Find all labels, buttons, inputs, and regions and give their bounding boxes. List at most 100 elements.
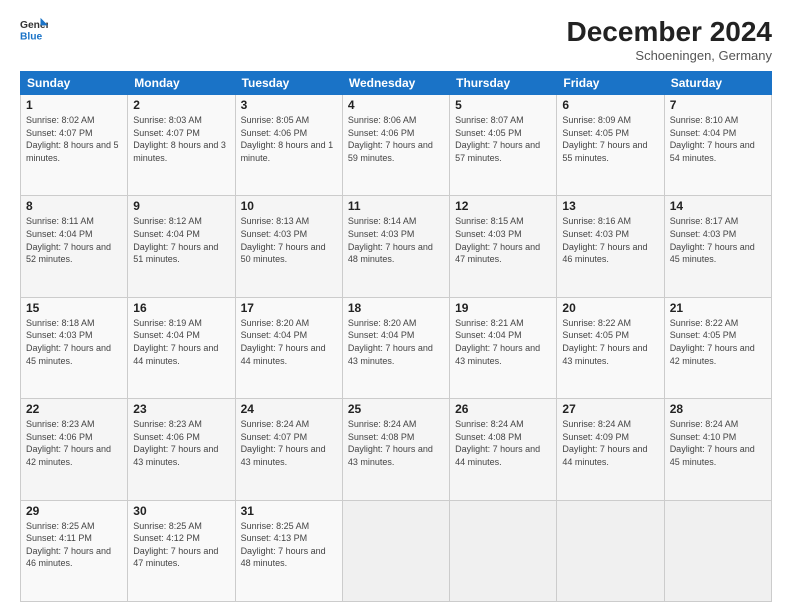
calendar-cell: 23Sunrise: 8:23 AMSunset: 4:06 PMDayligh… [128,399,235,500]
calendar-week-row: 15Sunrise: 8:18 AMSunset: 4:03 PMDayligh… [21,297,772,398]
day-number: 23 [133,402,229,416]
day-info: Sunrise: 8:17 AMSunset: 4:03 PMDaylight:… [670,215,766,265]
day-info: Sunrise: 8:24 AMSunset: 4:09 PMDaylight:… [562,418,658,468]
day-info: Sunrise: 8:15 AMSunset: 4:03 PMDaylight:… [455,215,551,265]
day-number: 21 [670,301,766,315]
calendar-cell: 1 Sunrise: 8:02 AMSunset: 4:07 PMDaylight… [21,95,128,196]
calendar-cell: 4 Sunrise: 8:06 AMSunset: 4:06 PMDaylight… [342,95,449,196]
logo: General Blue [20,16,48,44]
day-info: Sunrise: 8:06 AMSunset: 4:06 PMDaylight:… [348,114,444,164]
day-info: Sunrise: 8:20 AMSunset: 4:04 PMDaylight:… [348,317,444,367]
day-number: 25 [348,402,444,416]
calendar-cell [664,500,771,601]
day-info: Sunrise: 8:12 AMSunset: 4:04 PMDaylight:… [133,215,229,265]
calendar-cell: 20 Sunrise: 8:22 AMSunset: 4:05 PMDayligh… [557,297,664,398]
day-number: 7 [670,98,766,112]
location: Schoeningen, Germany [567,48,772,63]
calendar-cell: 10 Sunrise: 8:13 AMSunset: 4:03 PMDayligh… [235,196,342,297]
calendar-cell: 26Sunrise: 8:24 AMSunset: 4:08 PMDayligh… [450,399,557,500]
calendar-week-row: 22 Sunrise: 8:23 AMSunset: 4:06 PMDayligh… [21,399,772,500]
day-info: Sunrise: 8:07 AMSunset: 4:05 PMDaylight:… [455,114,551,164]
calendar-cell: 21 Sunrise: 8:22 AMSunset: 4:05 PMDayligh… [664,297,771,398]
day-number: 22 [26,402,122,416]
calendar-cell: 5 Sunrise: 8:07 AMSunset: 4:05 PMDaylight… [450,95,557,196]
col-header-friday: Friday [557,72,664,95]
calendar-cell: 14Sunrise: 8:17 AMSunset: 4:03 PMDayligh… [664,196,771,297]
day-number: 27 [562,402,658,416]
calendar-cell: 17 Sunrise: 8:20 AMSunset: 4:04 PMDayligh… [235,297,342,398]
day-info: Sunrise: 8:25 AMSunset: 4:11 PMDaylight:… [26,520,122,570]
calendar-cell: 19 Sunrise: 8:21 AMSunset: 4:04 PMDayligh… [450,297,557,398]
calendar-cell: 22 Sunrise: 8:23 AMSunset: 4:06 PMDayligh… [21,399,128,500]
day-info: Sunrise: 8:13 AMSunset: 4:03 PMDaylight:… [241,215,337,265]
day-number: 31 [241,504,337,518]
calendar-cell: 7 Sunrise: 8:10 AMSunset: 4:04 PMDaylight… [664,95,771,196]
month-title: December 2024 [567,16,772,48]
day-info: Sunrise: 8:22 AMSunset: 4:05 PMDaylight:… [562,317,658,367]
calendar-cell: 25Sunrise: 8:24 AMSunset: 4:08 PMDayligh… [342,399,449,500]
day-number: 20 [562,301,658,315]
day-info: Sunrise: 8:24 AMSunset: 4:10 PMDaylight:… [670,418,766,468]
day-info: Sunrise: 8:22 AMSunset: 4:05 PMDaylight:… [670,317,766,367]
day-number: 2 [133,98,229,112]
calendar-table: SundayMondayTuesdayWednesdayThursdayFrid… [20,71,772,602]
day-info: Sunrise: 8:25 AMSunset: 4:12 PMDaylight:… [133,520,229,570]
day-info: Sunrise: 8:20 AMSunset: 4:04 PMDaylight:… [241,317,337,367]
day-number: 5 [455,98,551,112]
calendar-cell: 3 Sunrise: 8:05 AMSunset: 4:06 PMDaylight… [235,95,342,196]
calendar-cell: 27 Sunrise: 8:24 AMSunset: 4:09 PMDayligh… [557,399,664,500]
day-info: Sunrise: 8:24 AMSunset: 4:07 PMDaylight:… [241,418,337,468]
calendar-cell: 24 Sunrise: 8:24 AMSunset: 4:07 PMDayligh… [235,399,342,500]
col-header-monday: Monday [128,72,235,95]
day-number: 30 [133,504,229,518]
day-number: 10 [241,199,337,213]
col-header-sunday: Sunday [21,72,128,95]
calendar-cell: 18 Sunrise: 8:20 AMSunset: 4:04 PMDayligh… [342,297,449,398]
day-number: 28 [670,402,766,416]
day-number: 29 [26,504,122,518]
col-header-thursday: Thursday [450,72,557,95]
calendar-cell: 6Sunrise: 8:09 AMSunset: 4:05 PMDaylight… [557,95,664,196]
calendar-week-row: 8Sunrise: 8:11 AMSunset: 4:04 PMDaylight… [21,196,772,297]
day-info: Sunrise: 8:14 AMSunset: 4:03 PMDaylight:… [348,215,444,265]
page: General Blue December 2024 Schoeningen, … [0,0,792,612]
day-info: Sunrise: 8:24 AMSunset: 4:08 PMDaylight:… [455,418,551,468]
calendar-cell: 11 Sunrise: 8:14 AMSunset: 4:03 PMDayligh… [342,196,449,297]
calendar-cell: 9Sunrise: 8:12 AMSunset: 4:04 PMDaylight… [128,196,235,297]
calendar-cell: 12Sunrise: 8:15 AMSunset: 4:03 PMDayligh… [450,196,557,297]
day-number: 4 [348,98,444,112]
calendar-cell: 2Sunrise: 8:03 AMSunset: 4:07 PMDaylight… [128,95,235,196]
calendar-cell [342,500,449,601]
day-info: Sunrise: 8:19 AMSunset: 4:04 PMDaylight:… [133,317,229,367]
calendar-cell: 13Sunrise: 8:16 AMSunset: 4:03 PMDayligh… [557,196,664,297]
col-header-wednesday: Wednesday [342,72,449,95]
day-number: 1 [26,98,122,112]
col-header-saturday: Saturday [664,72,771,95]
calendar-cell [450,500,557,601]
day-info: Sunrise: 8:05 AMSunset: 4:06 PMDaylight:… [241,114,337,164]
day-number: 15 [26,301,122,315]
day-number: 19 [455,301,551,315]
calendar-week-row: 1 Sunrise: 8:02 AMSunset: 4:07 PMDaylight… [21,95,772,196]
calendar-cell: 30 Sunrise: 8:25 AMSunset: 4:12 PMDayligh… [128,500,235,601]
day-info: Sunrise: 8:09 AMSunset: 4:05 PMDaylight:… [562,114,658,164]
day-number: 17 [241,301,337,315]
day-number: 16 [133,301,229,315]
day-number: 11 [348,199,444,213]
day-info: Sunrise: 8:25 AMSunset: 4:13 PMDaylight:… [241,520,337,570]
day-number: 24 [241,402,337,416]
day-info: Sunrise: 8:21 AMSunset: 4:04 PMDaylight:… [455,317,551,367]
calendar-header-row: SundayMondayTuesdayWednesdayThursdayFrid… [21,72,772,95]
day-info: Sunrise: 8:02 AMSunset: 4:07 PMDaylight:… [26,114,122,164]
calendar-week-row: 29 Sunrise: 8:25 AMSunset: 4:11 PMDayligh… [21,500,772,601]
day-info: Sunrise: 8:23 AMSunset: 4:06 PMDaylight:… [26,418,122,468]
day-info: Sunrise: 8:10 AMSunset: 4:04 PMDaylight:… [670,114,766,164]
day-info: Sunrise: 8:16 AMSunset: 4:03 PMDaylight:… [562,215,658,265]
day-number: 18 [348,301,444,315]
svg-text:Blue: Blue [20,31,43,42]
day-number: 3 [241,98,337,112]
calendar-cell: 31 Sunrise: 8:25 AMSunset: 4:13 PMDayligh… [235,500,342,601]
col-header-tuesday: Tuesday [235,72,342,95]
day-info: Sunrise: 8:11 AMSunset: 4:04 PMDaylight:… [26,215,122,265]
calendar-cell: 8Sunrise: 8:11 AMSunset: 4:04 PMDaylight… [21,196,128,297]
